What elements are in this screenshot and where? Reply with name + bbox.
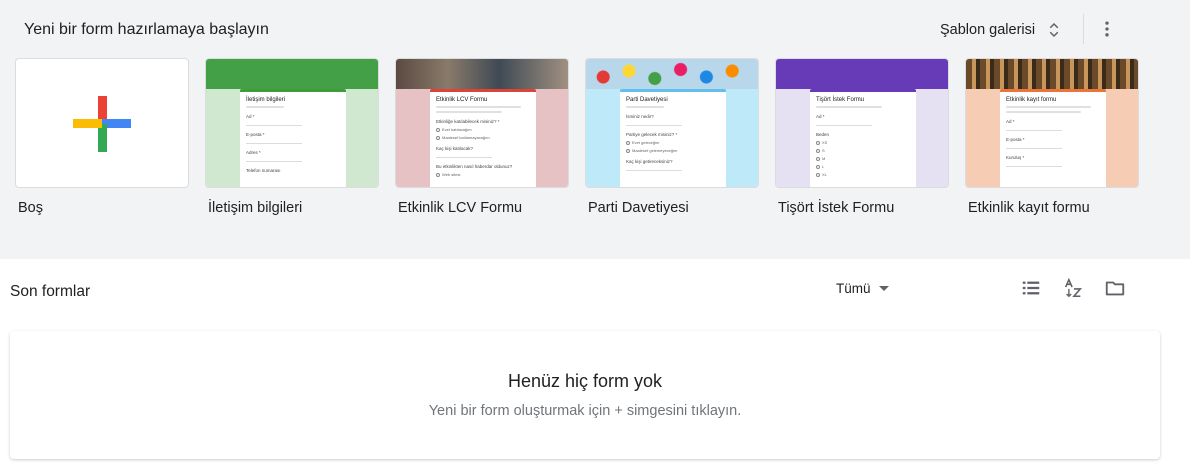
thumbnail-form-card: Etkinlik kayıt formu Ad * E-posta * Kuru… — [1000, 89, 1106, 187]
card-question: Ad * — [246, 114, 255, 119]
thumbnail-header-image — [586, 59, 758, 89]
card-option: L — [816, 164, 910, 169]
card-answer-line — [1006, 148, 1063, 149]
folder-icon — [1105, 281, 1125, 296]
owner-filter-dropdown[interactable]: Tümü — [836, 278, 889, 298]
card-question: Ad * — [816, 114, 825, 119]
card-option: Evet geleceğim — [626, 140, 720, 145]
template-label: Boş — [18, 200, 43, 216]
thumbnail-form-card: İletişim bilgileri Ad * E-posta * Adres … — [240, 89, 346, 187]
template-thumbnail[interactable]: Etkinlik LCV Formu Etkinliğe katılabilec… — [395, 58, 569, 188]
template-gallery-button[interactable]: Şablon galerisi — [932, 16, 1071, 44]
card-option: Evet katılacağım — [436, 127, 530, 132]
empty-state-title: Henüz hiç form yok — [507, 371, 663, 391]
recent-forms-title: Son formlar — [10, 283, 91, 300]
card-question: Kaç kişi katılacak? — [436, 146, 474, 151]
card-option: Web sitesi — [436, 172, 530, 177]
more-vert-icon — [1105, 21, 1109, 37]
template-blank[interactable]: Boş — [15, 58, 189, 216]
card-option: M — [816, 156, 910, 161]
card-title: Etkinlik kayıt formu — [1006, 97, 1057, 103]
sort-az-icon — [1064, 277, 1083, 298]
card-answer-line — [626, 125, 683, 126]
thumbnail-form-card: Etkinlik LCV Formu Etkinliğe katılabilec… — [430, 89, 536, 187]
card-line — [816, 106, 882, 108]
thumbnail-form-card: Tişört İstek Formu Ad * Beden XS S M L X… — [810, 89, 916, 187]
dropdown-caret-icon — [878, 285, 889, 291]
card-question: E-posta * — [1006, 137, 1025, 142]
empty-state-card: Henüz hiç form yok Yeni bir form oluştur… — [10, 331, 1160, 459]
card-answer-line — [1006, 130, 1063, 131]
card-line — [246, 106, 284, 108]
sort-button[interactable] — [1061, 276, 1085, 300]
card-option: Maalesef gelemeyeceğim — [626, 148, 720, 153]
empty-state-subtitle: Yeni bir form oluşturmak için + simgesin… — [428, 403, 742, 419]
card-answer-line — [246, 161, 303, 162]
card-line — [436, 111, 502, 113]
template-thumbnail[interactable]: Etkinlik kayıt formu Ad * E-posta * Kuru… — [965, 58, 1139, 188]
owner-filter-label: Tümü — [836, 280, 871, 296]
card-line — [626, 106, 664, 108]
card-question: İsminiz nedir? — [626, 114, 654, 119]
start-form-panel: Yeni bir form hazırlamaya başlayın Şablo… — [0, 0, 1190, 259]
thumbnail-form-card: Parti Davetiyesi İsminiz nedir? Partiye … — [620, 89, 726, 187]
template-gallery-label: Şablon galerisi — [940, 22, 1036, 38]
card-option: Maalesef katılamayacağım — [436, 135, 530, 140]
card-question: E-posta * — [246, 132, 265, 137]
header-divider — [1083, 14, 1084, 44]
template-contact-info[interactable]: İletişim bilgileri Ad * E-posta * Adres … — [205, 58, 379, 216]
card-answer-line — [246, 143, 303, 144]
card-question: Bu etkinlikten nasıl haberdar oldunuz? — [436, 164, 513, 169]
card-question: Telefon numarası — [246, 168, 281, 173]
card-title: Parti Davetiyesi — [626, 97, 668, 103]
template-event-rsvp[interactable]: Etkinlik LCV Formu Etkinliğe katılabilec… — [395, 58, 569, 216]
template-label: Etkinlik kayıt formu — [968, 200, 1090, 216]
card-answer-line — [436, 157, 493, 158]
plus-icon — [73, 96, 131, 152]
list-view-icon — [1022, 281, 1040, 295]
card-question: Beden — [816, 132, 830, 137]
thumbnail-header-image — [396, 59, 568, 89]
list-view-button[interactable] — [1019, 276, 1043, 300]
unfold-icon — [1049, 22, 1059, 38]
card-line — [1006, 111, 1082, 113]
template-thumbnail[interactable]: Parti Davetiyesi İsminiz nedir? Partiye … — [585, 58, 759, 188]
card-option: S — [816, 148, 910, 153]
card-option: XS — [816, 140, 910, 145]
card-question: Kuruluş * — [1006, 155, 1025, 160]
card-question: Kaç kişi getireceksiniz? — [626, 159, 673, 164]
card-question: Adres * — [246, 150, 261, 155]
template-label: Etkinlik LCV Formu — [398, 200, 523, 216]
card-line — [1006, 106, 1091, 108]
template-thumbnail[interactable]: İletişim bilgileri Ad * E-posta * Adres … — [205, 58, 379, 188]
thumbnail-header-image — [966, 59, 1138, 89]
template-event-registration[interactable]: Etkinlik kayıt formu Ad * E-posta * Kuru… — [965, 58, 1139, 216]
card-line — [436, 106, 521, 108]
template-label: İletişim bilgileri — [208, 200, 303, 216]
card-option: XL — [816, 172, 910, 177]
card-answer-line — [816, 125, 873, 126]
template-thumbnail[interactable]: Tişört İstek Formu Ad * Beden XS S M L X… — [775, 58, 949, 188]
thumbnail-header-image — [206, 59, 378, 89]
card-answer-line — [246, 125, 303, 126]
template-label: Parti Davetiyesi — [588, 200, 689, 216]
template-thumbnail[interactable] — [15, 58, 189, 188]
card-title: Etkinlik LCV Formu — [436, 97, 488, 103]
thumbnail-header-image — [776, 59, 948, 89]
card-title: Tişört İstek Formu — [816, 97, 865, 103]
open-file-picker-button[interactable] — [1103, 276, 1127, 300]
template-label: Tişört İstek Formu — [778, 200, 895, 216]
card-question: Partiye gelecek misiniz? * — [626, 132, 678, 137]
template-party-invite[interactable]: Parti Davetiyesi İsminiz nedir? Partiye … — [585, 58, 759, 216]
template-tshirt-request[interactable]: Tişört İstek Formu Ad * Beden XS S M L X… — [775, 58, 949, 216]
more-options-button[interactable] — [1094, 15, 1120, 43]
card-title: İletişim bilgileri — [246, 97, 286, 103]
card-answer-line — [1006, 166, 1063, 167]
card-question: Etkinliğe katılabilecek misiniz? * — [436, 119, 500, 124]
card-question: Ad * — [1006, 119, 1015, 124]
card-answer-line — [626, 170, 683, 171]
start-form-title: Yeni bir form hazırlamaya başlayın — [24, 21, 269, 38]
